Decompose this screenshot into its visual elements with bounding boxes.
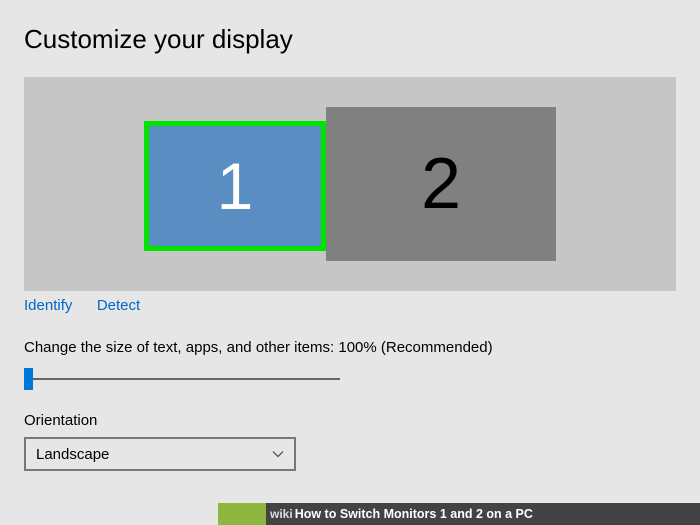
scale-slider[interactable]	[24, 366, 340, 394]
orientation-label: Orientation	[24, 412, 676, 429]
slider-thumb[interactable]	[24, 368, 33, 390]
footer-accent	[218, 503, 266, 525]
chevron-down-icon	[272, 448, 284, 460]
monitor-1[interactable]: 1	[144, 121, 326, 251]
page-title: Customize your display	[24, 24, 676, 55]
identify-link[interactable]: Identify	[24, 297, 72, 314]
monitor-1-label: 1	[217, 148, 254, 224]
monitor-2[interactable]: 2	[326, 107, 556, 261]
orientation-value: Landscape	[36, 446, 109, 463]
orientation-dropdown[interactable]: Landscape	[24, 437, 296, 471]
wikihow-logo: wiki	[270, 507, 293, 521]
scale-label: Change the size of text, apps, and other…	[24, 339, 676, 356]
article-title: How to Switch Monitors 1 and 2 on a PC	[295, 507, 533, 521]
footer-content: wiki How to Switch Monitors 1 and 2 on a…	[266, 503, 700, 525]
slider-track	[24, 378, 340, 380]
footer-spacer	[0, 503, 218, 525]
monitor-arrangement-area[interactable]: 2 1	[24, 77, 676, 291]
monitor-2-label: 2	[421, 143, 461, 225]
monitor-actions-row: Identify Detect	[24, 297, 676, 315]
wikihow-footer: wiki How to Switch Monitors 1 and 2 on a…	[0, 503, 700, 525]
detect-link[interactable]: Detect	[97, 297, 140, 314]
